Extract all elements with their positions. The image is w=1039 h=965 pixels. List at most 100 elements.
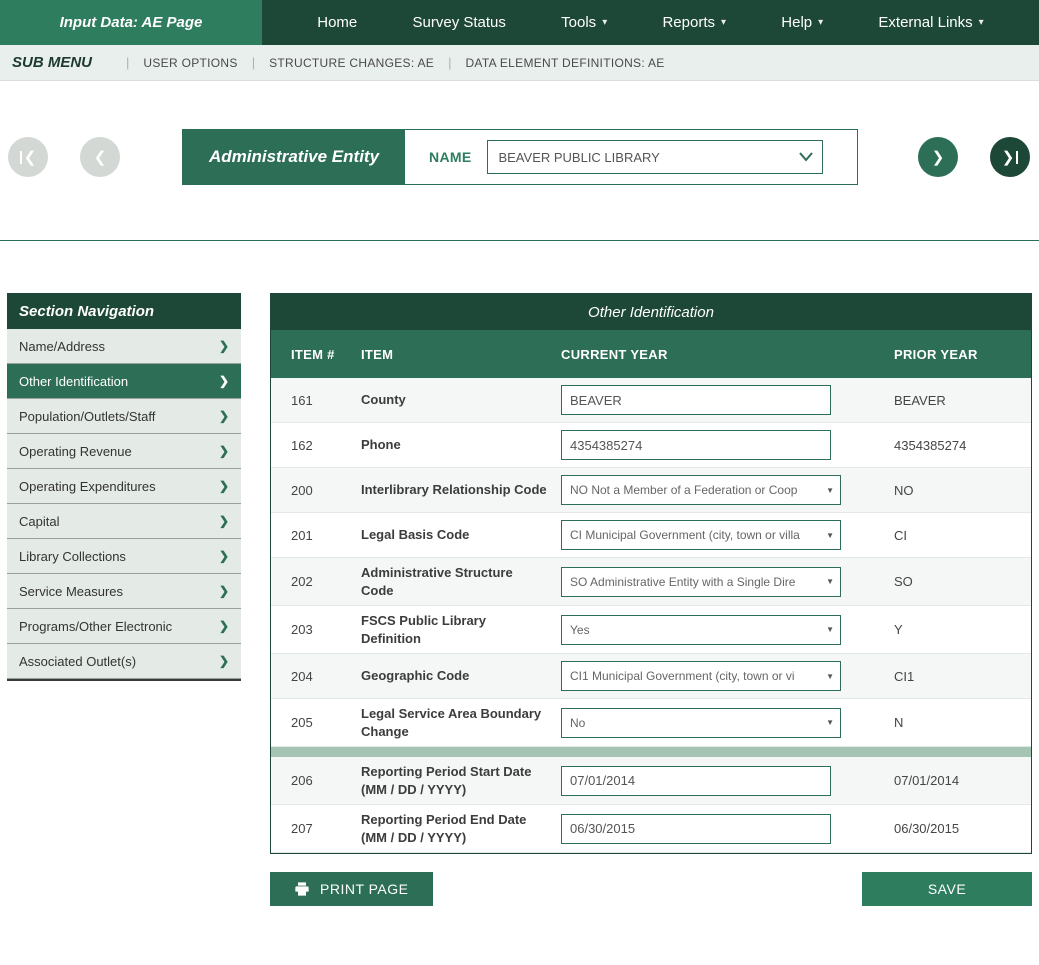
chevron-right-icon: ❯ [219,654,229,668]
nav-item-survey-status[interactable]: Survey Status [413,14,506,31]
sidebar-item-name-address[interactable]: Name/Address❯ [7,329,241,364]
submenu-item[interactable]: DATA ELEMENT DEFINITIONS: AE [465,56,664,70]
table-row: 200Interlibrary Relationship CodeNO Not … [271,468,1031,513]
next-record-button[interactable]: ❯ [918,137,958,177]
prior-year-value: CI [894,528,1021,543]
item-label: Administrative Structure Code [361,564,561,599]
item-number: 205 [291,715,361,730]
current-year-cell [561,430,894,460]
current-year-input[interactable] [561,814,831,844]
submenu-item[interactable]: STRUCTURE CHANGES: AE [269,56,434,70]
select-value: NO Not a Member of a Federation or Coop [570,483,797,497]
current-year-cell: Yes▼ [561,615,894,645]
sidebar-item-label: Name/Address [19,339,105,354]
page: Input Data: AE Page Home Survey Status Too… [0,0,1039,906]
prior-year-value: 4354385274 [894,438,1021,453]
current-year-cell: No▼ [561,708,894,738]
current-year-input[interactable] [561,430,831,460]
entity-title: Administrative Entity [183,130,405,184]
table-row: 203FSCS Public Library DefinitionYes▼Y [271,606,1031,654]
sidebar-item-label: Library Collections [19,549,126,564]
table-row: 161CountyBEAVER [271,378,1031,423]
caret-down-icon: ▾ [721,17,726,28]
sidebar-item-library-collections[interactable]: Library Collections ❯ [7,539,241,574]
sidebar-item-other-identification[interactable]: Other Identification❯ [7,364,241,399]
last-record-button[interactable]: ❯ [990,137,1030,177]
select-value: Yes [570,623,590,637]
entity-box: Administrative Entity NAME BEAVER PUBLIC… [182,129,858,185]
nav-item-label: Help [781,14,812,31]
table-row: 162Phone4354385274 [271,423,1031,468]
entity-name-select[interactable]: BEAVER PUBLIC LIBRARY [487,140,823,174]
table-row: 204Geographic CodeCI1 Municipal Governme… [271,654,1031,699]
panel-title: Other Identification [271,294,1031,330]
prior-year-value: 06/30/2015 [894,821,1021,836]
current-year-cell: CI1 Municipal Government (city, town or … [561,661,894,691]
nav-item-external-links[interactable]: External Links▾ [878,14,983,31]
submenu-separator: | [252,55,255,70]
caret-down-icon: ▾ [602,17,607,28]
chevron-right-icon: ❯ [219,584,229,598]
item-number: 200 [291,483,361,498]
table-header: ITEM # ITEM CURRENT YEAR PRIOR YEAR [271,330,1031,378]
print-page-button[interactable]: PRINT PAGE [270,872,433,906]
sidebar-item-label: Operating Expenditures [19,479,156,494]
submenu-item[interactable]: USER OPTIONS [143,56,237,70]
item-label: Reporting Period Start Date (MM / DD / Y… [361,763,561,798]
current-year-select[interactable]: CI Municipal Government (city, town or v… [561,520,841,550]
table-body: 161CountyBEAVER162Phone4354385274200Inte… [271,378,1031,853]
first-record-button[interactable]: ❮ [8,137,48,177]
chevron-right-icon: ❯ [219,549,229,563]
current-year-input[interactable] [561,766,831,796]
sidebar-title: Section Navigation [7,293,241,329]
sidebar-item-service-measures[interactable]: Service Measures❯ [7,574,241,609]
tab-input-data-ae-page[interactable]: Input Data: AE Page [0,0,262,45]
sidebar-item-label: Population/Outlets/Staff [19,409,155,424]
current-year-select[interactable]: No▼ [561,708,841,738]
entity-name-value: BEAVER PUBLIC LIBRARY [498,150,659,165]
table-row: 206Reporting Period Start Date (MM / DD … [271,757,1031,805]
nav-item-tools[interactable]: Tools▾ [561,14,607,31]
sidebar-item-capital[interactable]: Capital❯ [7,504,241,539]
nav-item-reports[interactable]: Reports ▾ [662,14,726,31]
item-number: 202 [291,574,361,589]
current-year-select[interactable]: CI1 Municipal Government (city, town or … [561,661,841,691]
sub-menu: SUB MENU |USER OPTIONS|STRUCTURE CHANGES… [0,45,1039,81]
content: Section Navigation Name/Address❯Other Id… [0,241,1039,854]
save-button[interactable]: SAVE [862,872,1032,906]
item-label: Reporting Period End Date (MM / DD / YYY… [361,811,561,846]
nav-item-help[interactable]: Help▾ [781,14,823,31]
sidebar-item-associated-outlet-s-[interactable]: Associated Outlet(s)❯ [7,644,241,679]
first-record-icon [20,151,22,164]
printer-icon [294,881,310,897]
current-year-select[interactable]: Yes▼ [561,615,841,645]
item-number: 161 [291,393,361,408]
sidebar-item-label: Capital [19,514,59,529]
current-year-select[interactable]: NO Not a Member of a Federation or Coop▼ [561,475,841,505]
current-year-select[interactable]: SO Administrative Entity with a Single D… [561,567,841,597]
prior-year-value: 07/01/2014 [894,773,1021,788]
prior-year-value: BEAVER [894,393,1021,408]
chevron-down-icon [798,152,814,162]
sidebar-item-population-outlets-staff[interactable]: Population/Outlets/Staff❯ [7,399,241,434]
chevron-right-icon: ❯ [219,374,229,388]
prior-year-value: CI1 [894,669,1021,684]
current-year-input[interactable] [561,385,831,415]
prior-year-value: N [894,715,1021,730]
current-year-cell: NO Not a Member of a Federation or Coop▼ [561,475,894,505]
sidebar-item-programs-other-electronic[interactable]: Programs/Other Electronic❯ [7,609,241,644]
last-record-icon [1016,151,1018,164]
nav-item-label: Reports [662,14,715,31]
sidebar-list: Name/Address❯Other Identification❯Popula… [7,329,241,681]
submenu-items: |USER OPTIONS|STRUCTURE CHANGES: AE|DATA… [112,55,665,70]
item-label: Phone [361,436,561,454]
nav-item-home[interactable]: Home [317,14,357,31]
item-number: 201 [291,528,361,543]
previous-record-button[interactable]: ❮ [80,137,120,177]
item-label: Legal Service Area Boundary Change [361,705,561,740]
select-value: CI1 Municipal Government (city, town or … [570,669,795,683]
sidebar-item-operating-expenditures[interactable]: Operating Expenditures❯ [7,469,241,504]
nav-item-label: Home [317,14,357,31]
caret-down-icon: ▼ [826,531,834,540]
sidebar-item-operating-revenue[interactable]: Operating Revenue❯ [7,434,241,469]
